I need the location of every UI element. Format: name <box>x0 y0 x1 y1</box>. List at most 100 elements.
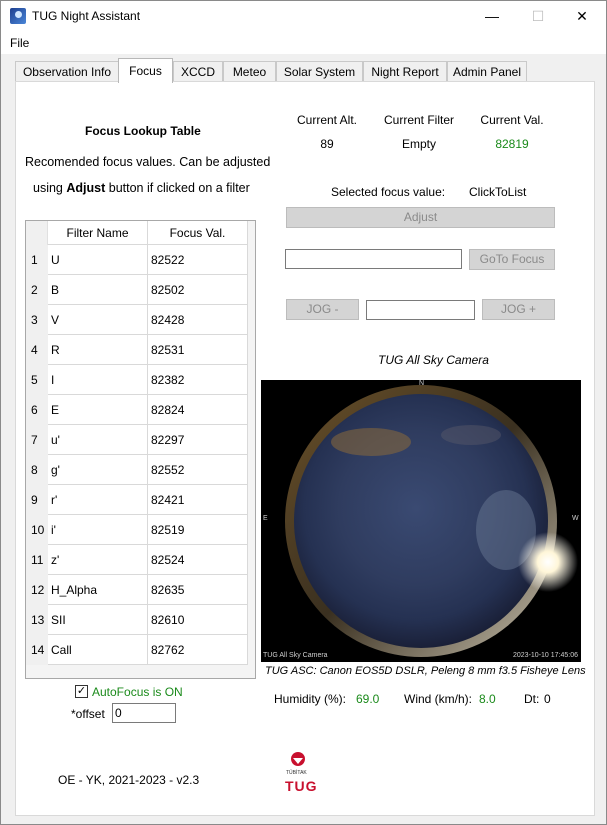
focus-value-cell[interactable]: 82519 <box>148 515 248 545</box>
current-filter-value: Empty <box>401 137 436 151</box>
filter-name-cell[interactable]: V <box>48 305 148 335</box>
focus-value-cell[interactable]: 82421 <box>148 485 248 515</box>
filter-name-cell[interactable]: Call <box>48 635 148 665</box>
row-header[interactable]: 11 <box>26 545 48 575</box>
row-header[interactable]: 6 <box>26 395 48 425</box>
row-header[interactable]: 2 <box>26 275 48 305</box>
row-header[interactable]: 9 <box>26 485 48 515</box>
filter-name-cell[interactable]: I <box>48 365 148 395</box>
sky-timestamp: 2023-10-10 17:45:06 <box>513 652 578 659</box>
jog-plus-button[interactable]: JOG + <box>482 299 555 320</box>
current-alt-value: 89 <box>320 137 334 151</box>
grid-corner-header[interactable] <box>26 221 48 245</box>
tubitak-text: TÜBİTAK <box>286 770 307 776</box>
version-text: OE - YK, 2021-2023 - v2.3 <box>58 773 200 787</box>
row-header[interactable]: 12 <box>26 575 48 605</box>
focus-value-cell[interactable]: 82522 <box>148 245 248 275</box>
filter-name-cell[interactable]: g' <box>48 455 148 485</box>
row-header[interactable]: 13 <box>26 605 48 635</box>
filter-name-cell[interactable]: U <box>48 245 148 275</box>
filter-name-cell[interactable]: SII <box>48 605 148 635</box>
menu-file[interactable]: File <box>10 36 29 50</box>
tab-xccd[interactable]: XCCD <box>173 61 223 82</box>
tubitak-emblem-icon <box>291 752 305 766</box>
tab-night-report[interactable]: Night Report <box>363 61 447 82</box>
app-icon <box>10 8 26 24</box>
focus-value-cell[interactable]: 82610 <box>148 605 248 635</box>
close-button[interactable]: ✕ <box>559 1 605 32</box>
tug-logo-text: TUG <box>285 778 318 794</box>
filter-name-cell[interactable]: r' <box>48 485 148 515</box>
lookup-description-line2: using Adjust button if clicked on a filt… <box>33 181 250 195</box>
row-header[interactable]: 1 <box>26 245 48 275</box>
wind-label: Wind (km/h): <box>404 692 473 706</box>
goto-focus-button[interactable]: GoTo Focus <box>469 249 555 270</box>
filter-name-cell[interactable]: R <box>48 335 148 365</box>
goto-focus-input[interactable] <box>285 249 462 269</box>
tab-solar-system[interactable]: Solar System <box>276 61 363 82</box>
focus-value-cell[interactable]: 82531 <box>148 335 248 365</box>
filter-name-cell[interactable]: u' <box>48 425 148 455</box>
sky-north-label: N <box>419 380 425 387</box>
row-header[interactable]: 8 <box>26 455 48 485</box>
row-header[interactable]: 7 <box>26 425 48 455</box>
current-val-value: 82819 <box>495 137 529 151</box>
tab-meteo[interactable]: Meteo <box>223 61 276 82</box>
current-filter-label: Current Filter <box>383 113 454 127</box>
row-header[interactable]: 5 <box>26 365 48 395</box>
autofocus-label: AutoFocus is ON <box>92 685 183 699</box>
minimize-button[interactable]: — <box>469 1 515 32</box>
window-title: TUG Night Assistant <box>32 9 141 23</box>
filter-name-cell[interactable]: i' <box>48 515 148 545</box>
tug-logo: TÜBİTAK TUG <box>281 751 318 797</box>
row-header[interactable]: 4 <box>26 335 48 365</box>
row-header[interactable]: 14 <box>26 635 48 665</box>
row-header[interactable]: 3 <box>26 305 48 335</box>
row-header[interactable]: 10 <box>26 515 48 545</box>
current-alt-label: Current Alt. <box>296 113 358 127</box>
focus-value-cell[interactable]: 82297 <box>148 425 248 455</box>
jog-minus-button[interactable]: JOG - <box>286 299 359 320</box>
filter-name-cell[interactable]: z' <box>48 545 148 575</box>
app-window: TUG Night Assistant — ☐ ✕ File Observati… <box>0 0 607 825</box>
maximize-button[interactable]: ☐ <box>515 1 561 32</box>
focus-value-cell[interactable]: 82552 <box>148 455 248 485</box>
focus-value-cell[interactable]: 82762 <box>148 635 248 665</box>
humidity-value: 69.0 <box>356 692 380 706</box>
tab-admin-panel[interactable]: Admin Panel <box>447 61 527 82</box>
selected-focus-label: Selected focus value: <box>331 185 446 199</box>
focus-value-cell[interactable]: 82382 <box>148 365 248 395</box>
focus-value-cell[interactable]: 82635 <box>148 575 248 605</box>
sky-east-label: E <box>263 515 268 522</box>
dt-label: Dt: <box>524 692 540 706</box>
sky-camera-title: TUG All Sky Camera <box>378 353 489 367</box>
current-val-label: Current Val. <box>480 113 544 127</box>
lookup-table-title: Focus Lookup Table <box>85 124 201 138</box>
sky-west-label: W <box>572 515 579 522</box>
column-header-filter-name[interactable]: Filter Name <box>48 221 148 245</box>
jog-input[interactable] <box>366 300 475 320</box>
filter-name-cell[interactable]: H_Alpha <box>48 575 148 605</box>
autofocus-checkbox[interactable]: ✓ <box>75 685 88 698</box>
sky-watermark: TUG All Sky Camera <box>263 652 328 659</box>
adjust-button[interactable]: Adjust <box>286 207 555 228</box>
humidity-label: Humidity (%): <box>274 692 347 706</box>
focus-value-cell[interactable]: 82428 <box>148 305 248 335</box>
all-sky-camera-image: N E W TUG All Sky Camera 2023-10-10 17:4… <box>261 380 581 662</box>
desc-adjust-text: Adjust <box>66 181 106 195</box>
filter-name-cell[interactable]: B <box>48 275 148 305</box>
tab-observation-info[interactable]: Observation Info <box>15 61 119 82</box>
tab-focus[interactable]: Focus <box>118 58 173 83</box>
focus-value-cell[interactable]: 82502 <box>148 275 248 305</box>
dt-value: 0 <box>544 692 551 706</box>
title-bar: TUG Night Assistant — ☐ ✕ <box>1 1 606 32</box>
column-header-focus-val[interactable]: Focus Val. <box>148 221 248 245</box>
offset-input[interactable]: 0 <box>112 703 176 723</box>
sky-image-drawing <box>285 385 578 657</box>
desc-rest-text: button if clicked on a filter <box>108 181 250 195</box>
focus-value-cell[interactable]: 82524 <box>148 545 248 575</box>
focus-lookup-table[interactable]: Filter Name Focus Val. 1 U 82522 2 B 82502 3 V 824… <box>25 220 256 679</box>
sky-camera-caption: TUG ASC: Canon EOS5D DSLR, Peleng 8 mm f… <box>265 665 586 677</box>
focus-value-cell[interactable]: 82824 <box>148 395 248 425</box>
filter-name-cell[interactable]: E <box>48 395 148 425</box>
